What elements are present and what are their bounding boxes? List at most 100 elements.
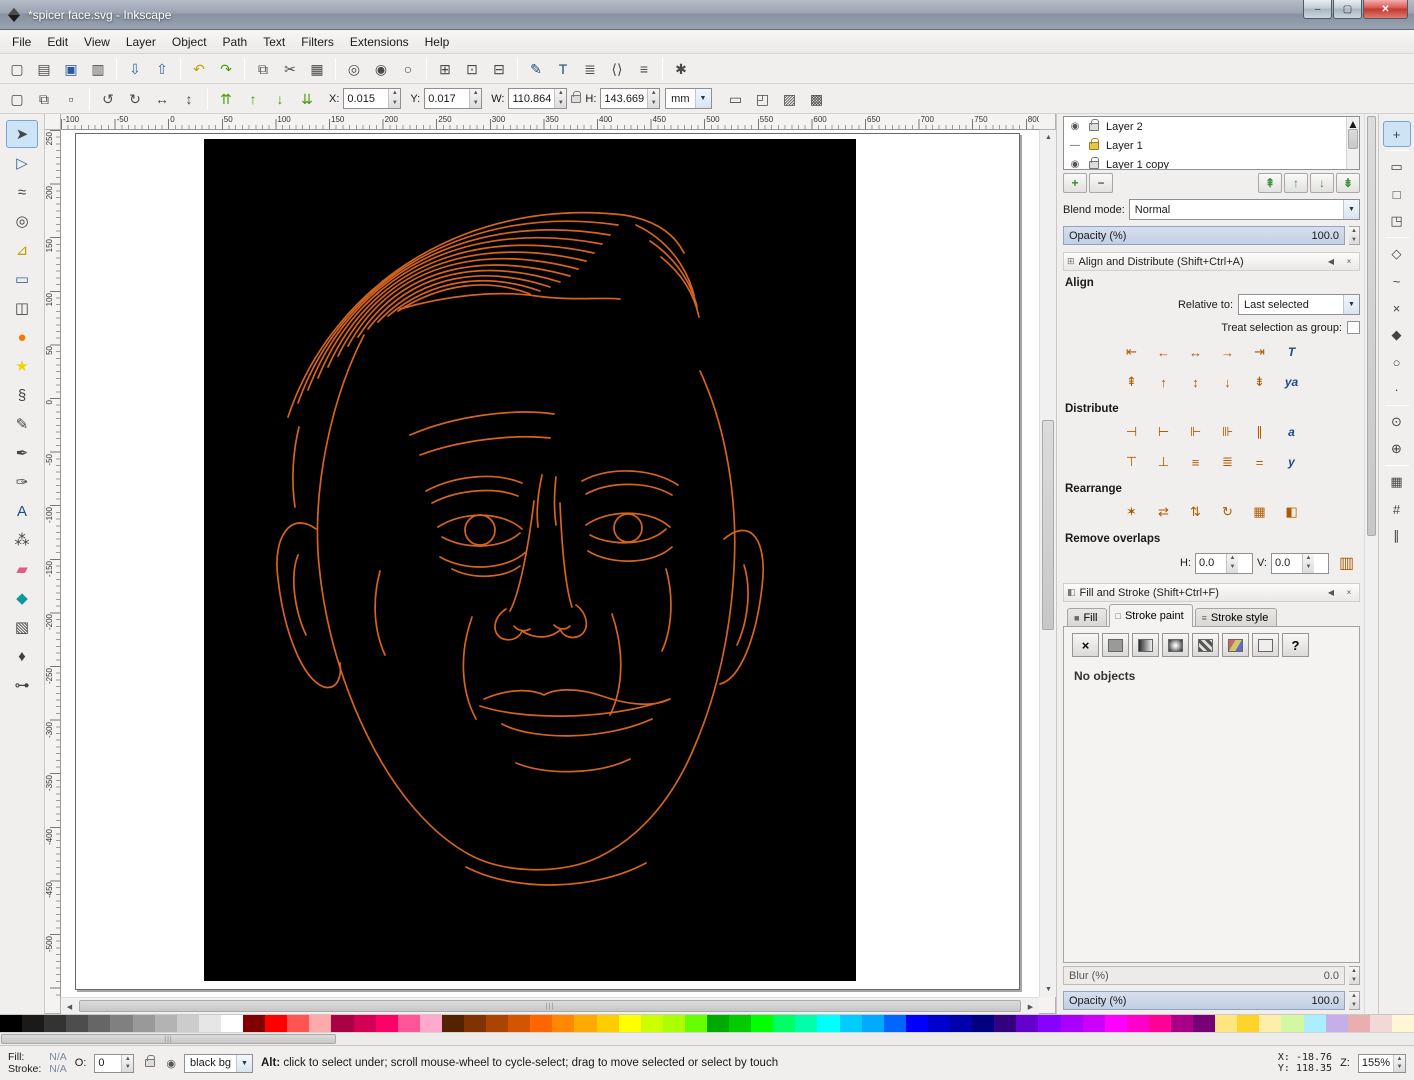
distribute-text-anchors-vertical[interactable]: y — [1278, 450, 1305, 474]
palette-color[interactable] — [641, 1015, 663, 1032]
select-all[interactable]: ▢ — [4, 86, 30, 112]
layer-name[interactable]: Layer 1 — [1106, 140, 1143, 152]
current-layer-dropdown[interactable]: black bg▼ — [184, 1054, 253, 1073]
inkscape-preferences[interactable]: ✱ — [668, 56, 694, 82]
palette-color[interactable] — [1105, 1015, 1127, 1032]
open-document[interactable]: ▤ — [31, 56, 57, 82]
snap-rotation-centers[interactable]: ⊕ — [1383, 436, 1411, 462]
overlap-v-field[interactable]: 0.0▲▼ — [1271, 553, 1329, 574]
zoom-to-selection[interactable]: ◎ — [341, 56, 367, 82]
layer-visibility-eye-icon[interactable]: ◉ — [1068, 159, 1082, 170]
palette-color[interactable] — [574, 1015, 596, 1032]
tab-stroke-paint[interactable]: □Stroke paint — [1109, 604, 1193, 627]
paint-radial-gradient[interactable] — [1162, 633, 1189, 657]
minimize-button[interactable]: – — [1303, 0, 1332, 19]
layers-scroll-thumb[interactable] — [1348, 129, 1358, 149]
master-opacity-spinner[interactable]: ▲▼ — [1349, 991, 1360, 1010]
cut[interactable]: ✂ — [277, 56, 303, 82]
palette-color[interactable] — [1237, 1015, 1259, 1032]
center-on-horizontal-axis[interactable]: ↕ — [1182, 370, 1209, 394]
unclump[interactable]: ◧ — [1278, 500, 1305, 524]
align-bottom-to-top-of-anchor[interactable]: ⇞ — [1118, 370, 1145, 394]
tweak-tool[interactable]: ≈ — [6, 178, 38, 206]
copy[interactable]: ⧉ — [250, 56, 276, 82]
scale-stroke-width-toggle[interactable]: ▭ — [723, 86, 749, 112]
treat-as-group-checkbox[interactable] — [1347, 321, 1360, 334]
palette-color[interactable] — [707, 1015, 729, 1032]
scroll-down-arrow[interactable]: ▼ — [1040, 982, 1057, 997]
selection-opacity-field[interactable]: 0▲▼ — [94, 1054, 134, 1073]
tab-stroke-style[interactable]: ≡Stroke style — [1195, 608, 1278, 627]
menu-view[interactable]: View — [76, 32, 118, 52]
menu-filters[interactable]: Filters — [293, 32, 342, 52]
horizontal-scroll-thumb[interactable]: ||| — [79, 1000, 1021, 1012]
width-field[interactable]: 110.864▲▼ — [508, 88, 567, 109]
new-document[interactable]: ▢ — [4, 56, 30, 82]
gradient-tool[interactable]: ▧ — [6, 613, 38, 641]
layer-lock-icon[interactable] — [145, 1059, 155, 1067]
menu-path[interactable]: Path — [215, 32, 256, 52]
randomize-positions[interactable]: ▦ — [1246, 500, 1273, 524]
scale-rect-corners-toggle[interactable]: ◰ — [750, 86, 776, 112]
palette-color[interactable] — [442, 1015, 464, 1032]
xml-editor[interactable]: ⟨⟩ — [604, 56, 630, 82]
graph-layout[interactable]: ✶ — [1118, 500, 1145, 524]
snap-guides[interactable]: ∥ — [1383, 523, 1411, 549]
palette-color[interactable] — [486, 1015, 508, 1032]
measure-tool[interactable]: ⊿ — [6, 236, 38, 264]
palette-color[interactable] — [1061, 1015, 1083, 1032]
master-opacity-slider[interactable]: Opacity (%)100.0 — [1063, 991, 1345, 1010]
palette-color[interactable] — [66, 1015, 88, 1032]
distribute-horizontal-gaps[interactable]: ⊪ — [1214, 420, 1241, 444]
palette-color[interactable] — [1259, 1015, 1281, 1032]
unlink-clone[interactable]: ⊟ — [486, 56, 512, 82]
palette-color[interactable] — [287, 1015, 309, 1032]
bezier-pen-tool[interactable]: ✒ — [6, 439, 38, 467]
vertical-ruler[interactable]: 250200150100500-50-100-150-200-250-300-3… — [45, 130, 61, 997]
dock-scrollbar[interactable] — [1364, 114, 1378, 1014]
layer-lock-icon[interactable] — [1089, 123, 1099, 131]
distribute-equal-horizontal[interactable]: ∥ — [1246, 420, 1273, 444]
palette-color[interactable] — [309, 1015, 331, 1032]
snap-smooth-nodes[interactable]: ○ — [1383, 349, 1411, 375]
layer-opacity-spinner[interactable]: ▲▼ — [1349, 226, 1360, 245]
selector-tool[interactable]: ➤ — [6, 120, 38, 148]
canvas-vertical-scrollbar[interactable]: ▲ ▼ — [1039, 130, 1056, 997]
redo[interactable]: ↷ — [213, 56, 239, 82]
palette-scrollbar[interactable]: ||| — [0, 1032, 1414, 1045]
palette-color[interactable] — [597, 1015, 619, 1032]
select-all-in-all-layers[interactable]: ⧉ — [31, 86, 57, 112]
align-left-to-right-of-anchor[interactable]: ⇥ — [1246, 340, 1273, 364]
palette-color[interactable] — [884, 1015, 906, 1032]
align-panel-collapse-button[interactable]: ◀ — [1324, 255, 1338, 268]
align-panel-close-button[interactable]: × — [1342, 255, 1356, 268]
paste[interactable]: ▦ — [304, 56, 330, 82]
overlap-h-field[interactable]: 0.0▲▼ — [1195, 553, 1253, 574]
palette-color[interactable] — [0, 1015, 22, 1032]
node-editor-tool[interactable]: ▷ — [6, 149, 38, 177]
palette-scroll-thumb[interactable]: ||| — [1, 1034, 336, 1044]
layer-to-top[interactable]: ⇞ — [1258, 173, 1282, 193]
scroll-left-arrow[interactable]: ◀ — [61, 999, 78, 1014]
remove-overlaps[interactable]: ▥ — [1333, 551, 1360, 575]
pencil-tool[interactable]: ✎ — [6, 410, 38, 438]
zoom-tool[interactable]: ◎ — [6, 207, 38, 235]
lower[interactable]: ↓ — [267, 86, 293, 112]
canvas-viewport[interactable] — [61, 130, 1039, 997]
align-bottom-edges[interactable]: ↓ — [1214, 370, 1241, 394]
layer-row[interactable]: ◉Layer 1 copy — [1064, 155, 1346, 170]
palette-color[interactable] — [795, 1015, 817, 1032]
layers-list-scrollbar[interactable]: ▲ ▼ — [1346, 117, 1359, 169]
palette-color[interactable] — [354, 1015, 376, 1032]
paint-swatch[interactable] — [1222, 633, 1249, 657]
layer-raise[interactable]: ↑ — [1284, 173, 1308, 193]
scroll-right-arrow[interactable]: ▶ — [1022, 999, 1039, 1014]
palette-color[interactable] — [1392, 1015, 1414, 1032]
palette-color[interactable] — [1083, 1015, 1105, 1032]
layer-name[interactable]: Layer 2 — [1106, 121, 1143, 133]
palette-color[interactable] — [862, 1015, 884, 1032]
palette-color[interactable] — [1370, 1015, 1392, 1032]
paint-unknown[interactable]: ? — [1282, 633, 1309, 657]
text-tool[interactable]: A — [6, 497, 38, 525]
palette-color[interactable] — [1171, 1015, 1193, 1032]
